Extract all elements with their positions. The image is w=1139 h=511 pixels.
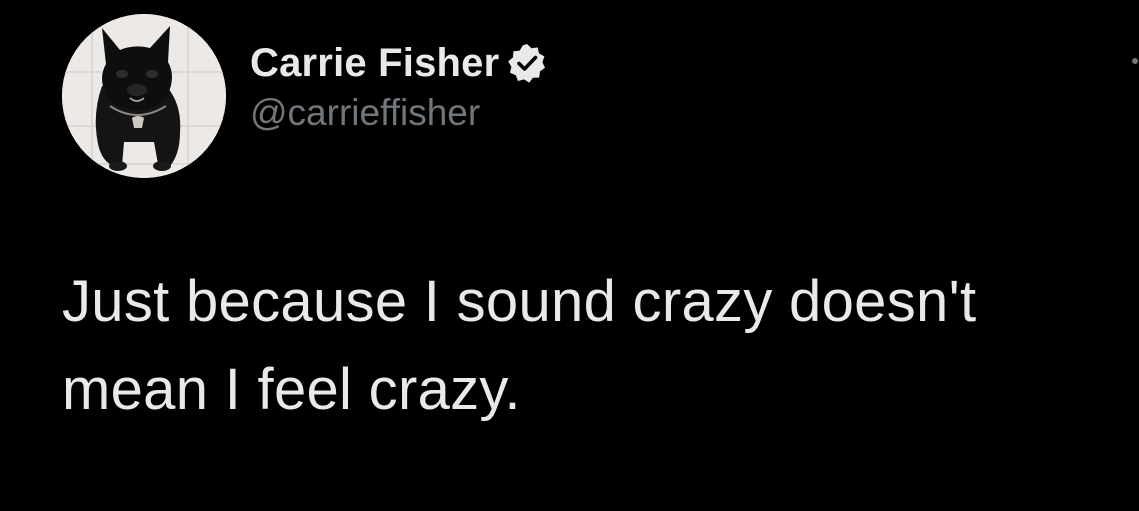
tweet-card: Carrie Fisher @carrieffisher Just becaus… <box>0 0 1139 511</box>
author-info: Carrie Fisher @carrieffisher <box>250 38 549 134</box>
author-handle[interactable]: @carrieffisher <box>250 92 549 134</box>
more-options-dot <box>1132 58 1138 64</box>
tweet-text: Just because I sound crazy doesn't mean … <box>62 269 977 422</box>
verified-badge-icon <box>505 41 549 85</box>
french-bulldog-avatar-icon <box>62 14 226 178</box>
author-display-name[interactable]: Carrie Fisher <box>250 41 499 86</box>
author-avatar[interactable] <box>62 14 226 178</box>
more-options-icon[interactable] <box>1129 58 1139 72</box>
author-name-row: Carrie Fisher <box>250 38 549 88</box>
